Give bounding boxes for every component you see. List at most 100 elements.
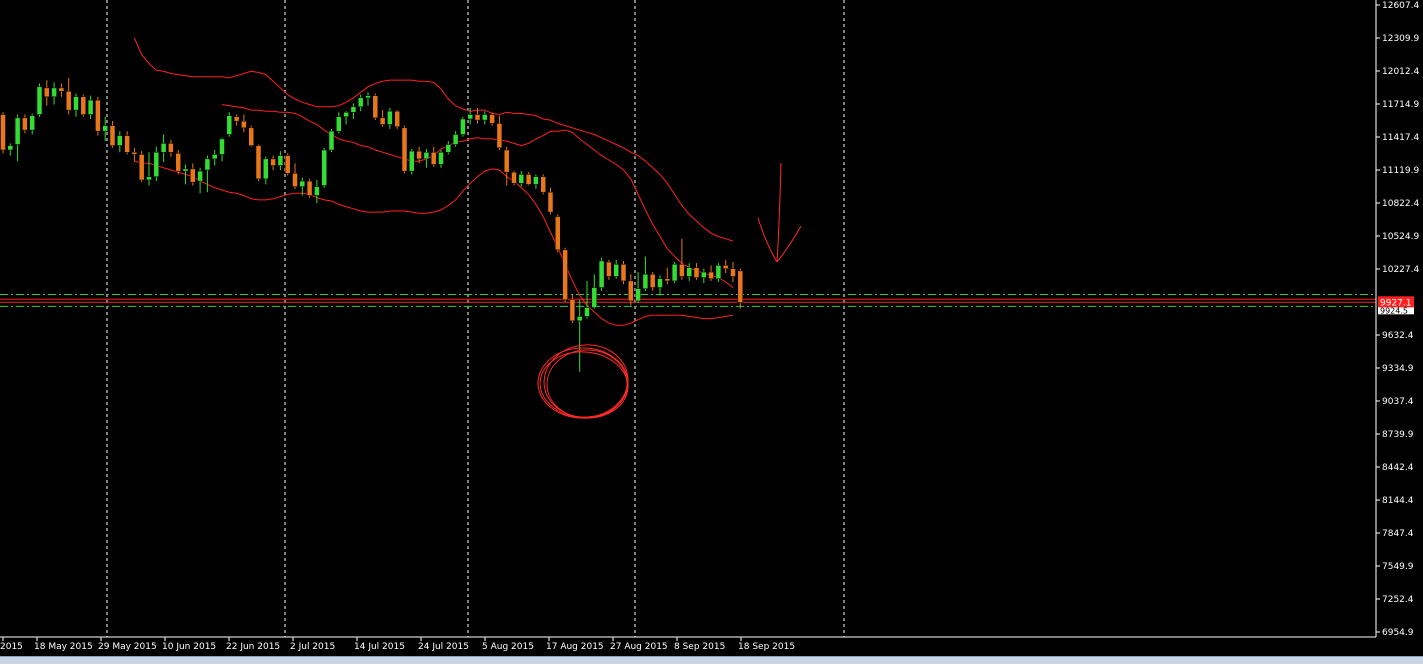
candle-body-bearish: [234, 117, 239, 121]
candle-body-bearish: [723, 265, 728, 268]
candle: [395, 110, 400, 129]
candle: [373, 93, 378, 120]
price-tick-label: 9632.4: [1382, 331, 1414, 341]
candle-body-bullish: [424, 152, 429, 159]
candle-body-bearish: [241, 121, 246, 128]
candle-body-bullish: [147, 177, 152, 180]
candle-body-bearish: [541, 177, 546, 193]
price-tick-label: 11119.9: [1382, 166, 1419, 176]
candle-body-bearish: [731, 269, 736, 277]
time-tick-label: 29 May 2015: [98, 642, 157, 652]
candle-body-bearish: [176, 153, 181, 171]
time-tick-label: 14 Jul 2015: [354, 642, 405, 652]
price-tick-label: 8739.9: [1382, 430, 1414, 440]
candle: [409, 149, 414, 175]
candle-body-bearish: [271, 159, 276, 166]
candle-body-bearish: [526, 174, 531, 184]
candle: [37, 83, 42, 116]
candle-body-bullish: [37, 87, 42, 115]
candle-body-bearish: [285, 156, 290, 174]
candle-body-bearish: [110, 126, 115, 146]
price-tick-label: 11417.4: [1382, 133, 1419, 143]
price-tick-label: 11714.9: [1382, 100, 1419, 110]
candle-body-bearish: [373, 96, 378, 118]
candle-body-bullish: [154, 152, 159, 176]
price-tick-label: 7847.4: [1382, 529, 1414, 539]
candle: [512, 171, 517, 185]
candle-body-bullish: [351, 107, 356, 113]
candle-body-bearish: [628, 281, 633, 301]
candle-body-bearish: [307, 181, 312, 195]
price-tick-label: 9334.9: [1382, 364, 1414, 374]
candle-body-bullish: [278, 156, 283, 166]
time-tick-label: 10 Jun 2015: [162, 642, 216, 652]
candle-body-bullish: [636, 289, 641, 301]
candle-body-bullish: [263, 159, 268, 179]
price-tick-label: 6954.9: [1382, 628, 1414, 638]
candle-body-bearish: [709, 272, 714, 279]
candle-body-bullish: [658, 279, 663, 288]
candle: [563, 248, 568, 302]
candle-body-bearish: [59, 88, 64, 91]
candle-body-bullish: [453, 134, 458, 144]
candle-body-bearish: [490, 115, 495, 124]
secondary-price-label: 9924.5: [1380, 306, 1408, 315]
candle-body-bullish: [344, 112, 349, 116]
time-tick-label: 22 Jun 2015: [226, 642, 280, 652]
candle-body-bearish: [380, 118, 385, 125]
candle-body-bullish: [592, 288, 597, 308]
candle-body-bullish: [329, 131, 334, 150]
candle-body-bullish: [439, 152, 444, 164]
candle-body-bearish: [395, 111, 400, 127]
candle-body-bearish: [293, 173, 298, 186]
price-tick-label: 8442.4: [1382, 463, 1414, 473]
candle-body-bearish: [563, 250, 568, 300]
candle-body-bullish: [52, 88, 57, 97]
candle-body-bullish: [88, 100, 93, 114]
candle-body-bearish: [694, 268, 699, 278]
candle-body-bullish: [322, 150, 327, 185]
candle-body-bullish: [220, 139, 225, 155]
chart-background: [0, 0, 1423, 663]
candle: [256, 144, 261, 181]
candle: [599, 258, 604, 291]
time-tick-label: 8 Sep 2015: [674, 642, 725, 652]
candle-body-bullish: [30, 116, 35, 130]
candle-body-bullish: [482, 115, 487, 121]
candle: [526, 172, 531, 185]
time-tick-label: 2 Jul 2015: [290, 642, 335, 652]
time-tick-label: 5 Aug 2015: [482, 642, 534, 652]
candle-body-bearish: [665, 279, 670, 281]
candle-body-bullish: [577, 316, 582, 320]
candle-body-bearish: [679, 264, 684, 276]
candle-body-bearish: [168, 143, 173, 152]
price-tick-label: 7549.9: [1382, 562, 1414, 572]
price-chart[interactable]: 12607.412309.912012.411714.911417.411119…: [0, 0, 1423, 663]
candle-body-bullish: [387, 111, 392, 124]
price-tick-label: 10227.4: [1382, 265, 1419, 275]
candle-body-bullish: [716, 265, 721, 278]
time-tick-label: 27 Aug 2015: [610, 642, 668, 652]
candle-body-bearish: [570, 300, 575, 321]
candle-body-bullish: [460, 119, 465, 135]
candle-body-bullish: [687, 268, 692, 277]
candle-body-bullish: [198, 171, 203, 181]
price-tick-label: 12607.4: [1382, 1, 1419, 11]
candle: [139, 151, 144, 182]
candle: [307, 179, 312, 198]
candle-body-bearish: [497, 123, 502, 147]
candle: [81, 95, 86, 117]
candle: [621, 261, 626, 284]
time-tick-label: 17 Aug 2015: [546, 642, 604, 652]
candle-body-bullish: [409, 151, 414, 171]
candle-body-bullish: [533, 177, 538, 185]
candle: [460, 117, 465, 137]
candle-body-bearish: [475, 115, 480, 121]
candle-body-bullish: [336, 117, 341, 131]
candle: [672, 262, 677, 283]
candle-body-bearish: [66, 91, 71, 110]
time-tick-label: 2015: [0, 642, 23, 652]
candle: [541, 174, 546, 194]
candle-body-bullish: [103, 126, 108, 132]
candle-body-bearish: [512, 172, 517, 183]
